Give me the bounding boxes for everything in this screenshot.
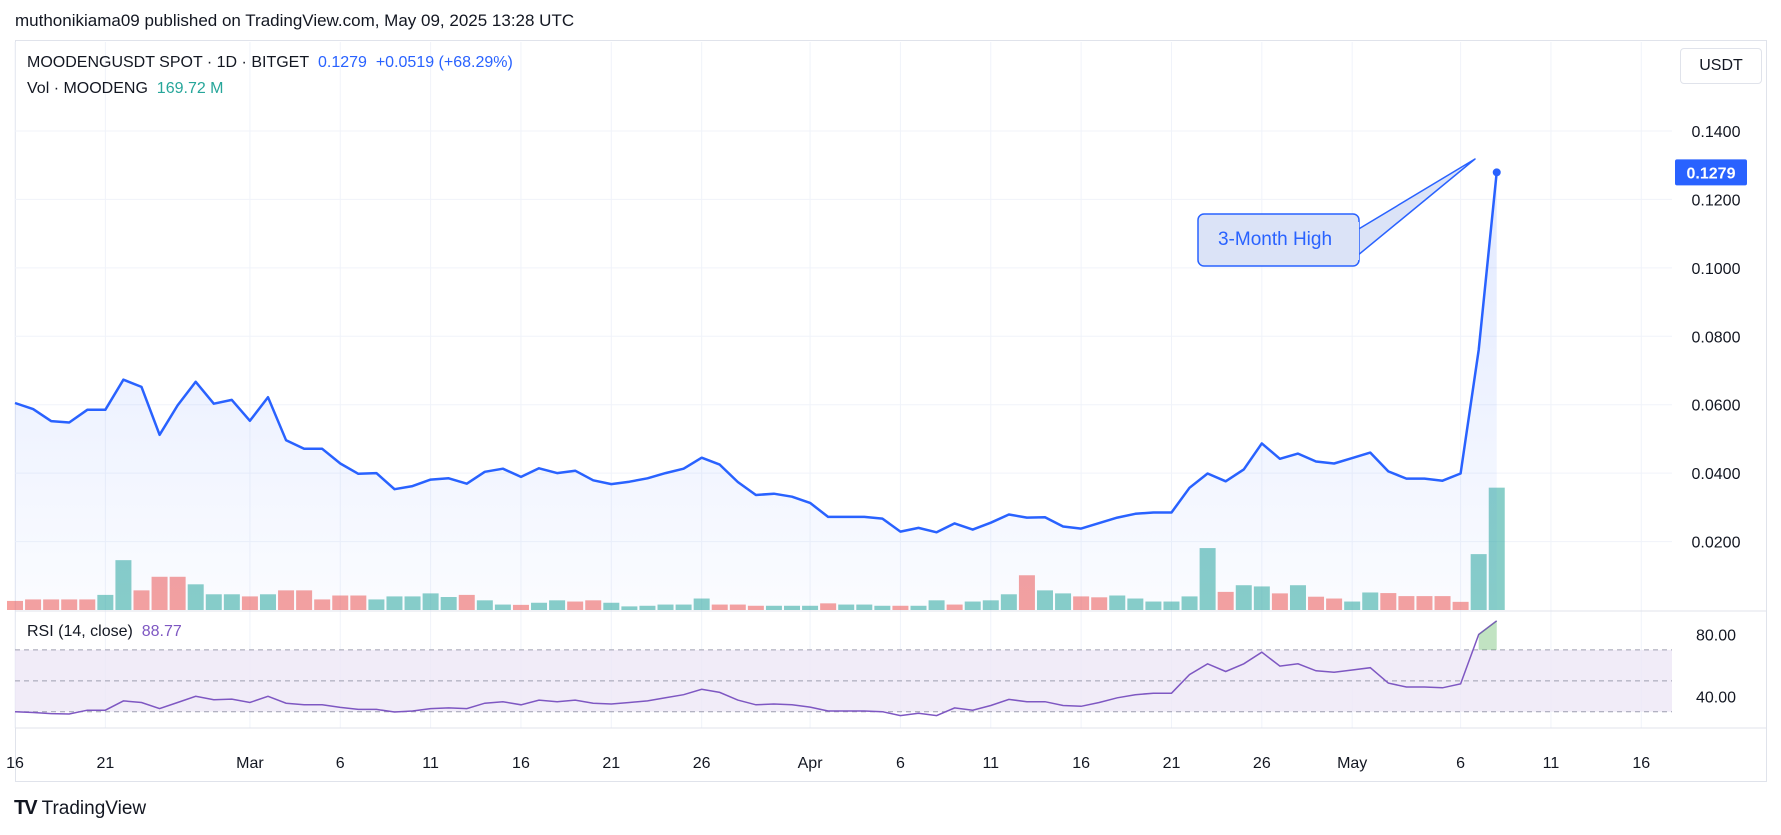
currency-button[interactable]: USDT xyxy=(1680,48,1762,84)
x-tick-label: 16 xyxy=(1072,755,1090,772)
x-tick-label: 11 xyxy=(422,755,439,772)
annotation-callout: 3-Month High xyxy=(1197,158,1476,267)
y-tick-label: 0.0800 xyxy=(1692,329,1741,346)
last-price-marker: 0.1279 xyxy=(1675,159,1747,186)
x-tick-label: 26 xyxy=(1253,755,1271,772)
x-tick-label: 16 xyxy=(512,755,530,772)
rsi-tick-label: 80.00 xyxy=(1696,627,1736,644)
x-axis: 16 21 Mar 6 11 16 21 26 Apr 6 11 16 21 26 May 6 11 16 xyxy=(6,755,1650,772)
rsi-legend: RSI (14, close) 88.77 xyxy=(27,623,182,641)
rsi-overbought-fill xyxy=(1478,620,1497,650)
price-change: +0.0519 (+68.29%) xyxy=(375,54,513,71)
rsi-tick-label: 40.00 xyxy=(1696,689,1736,706)
x-tick-label: Apr xyxy=(798,755,824,772)
x-tick-label: 6 xyxy=(336,755,345,772)
volume-legend: Vol · MOODENG 169.72 M xyxy=(27,80,224,98)
symbol-legend: MOODENGUSDT SPOT · 1D · BITGET 0.1279 +0… xyxy=(27,54,513,72)
y-tick-label: 0.0600 xyxy=(1692,398,1741,415)
x-tick-label: 26 xyxy=(693,755,711,772)
x-tick-label: 16 xyxy=(1632,755,1650,772)
y-tick-label: 0.1400 xyxy=(1692,124,1741,141)
rsi-value: 88.77 xyxy=(141,623,182,640)
rsi-band xyxy=(15,649,1672,713)
x-tick-label: 6 xyxy=(1456,755,1465,772)
rsi-label: RSI (14, close) xyxy=(27,623,133,640)
last-price-dot xyxy=(1492,168,1501,177)
tradingview-logo-icon: TV xyxy=(14,797,38,819)
x-tick-label: 16 xyxy=(6,755,24,772)
volume-value: 169.72 M xyxy=(156,80,224,97)
x-tick-label: 11 xyxy=(1543,755,1560,772)
x-tick-label: 21 xyxy=(602,755,620,772)
footer: TV TradingView xyxy=(14,797,146,820)
x-tick-label: May xyxy=(1337,755,1367,772)
x-tick-label: 11 xyxy=(982,755,999,772)
last-price: 0.1279 xyxy=(318,54,367,71)
x-tick-label: 21 xyxy=(1163,755,1181,772)
x-tick-label: 21 xyxy=(96,755,114,772)
price-chart[interactable]: 0.1400 0.1200 0.1000 0.0800 0.0600 0.0400 0.02… xyxy=(0,0,1781,835)
y-tick-label: 0.1200 xyxy=(1692,192,1741,209)
y-tick-label: 0.1000 xyxy=(1692,261,1741,278)
y-axis: 0.1400 0.1200 0.1000 0.0800 0.0600 0.0400 0.02… xyxy=(1692,124,1741,706)
tradingview-brand[interactable]: TradingView xyxy=(42,798,147,820)
x-tick-label: 6 xyxy=(896,755,905,772)
grid xyxy=(14,42,1766,729)
y-tick-label: 0.0400 xyxy=(1692,466,1741,483)
annotation-label: 3-Month High xyxy=(1218,229,1332,250)
y-tick-label: 0.0200 xyxy=(1692,535,1741,552)
x-tick-label: Mar xyxy=(236,755,264,772)
symbol-name: MOODENGUSDT SPOT · 1D · BITGET xyxy=(27,54,310,71)
last-price-tag-label: 0.1279 xyxy=(1687,165,1736,182)
volume-label: Vol · MOODENG xyxy=(27,80,148,97)
